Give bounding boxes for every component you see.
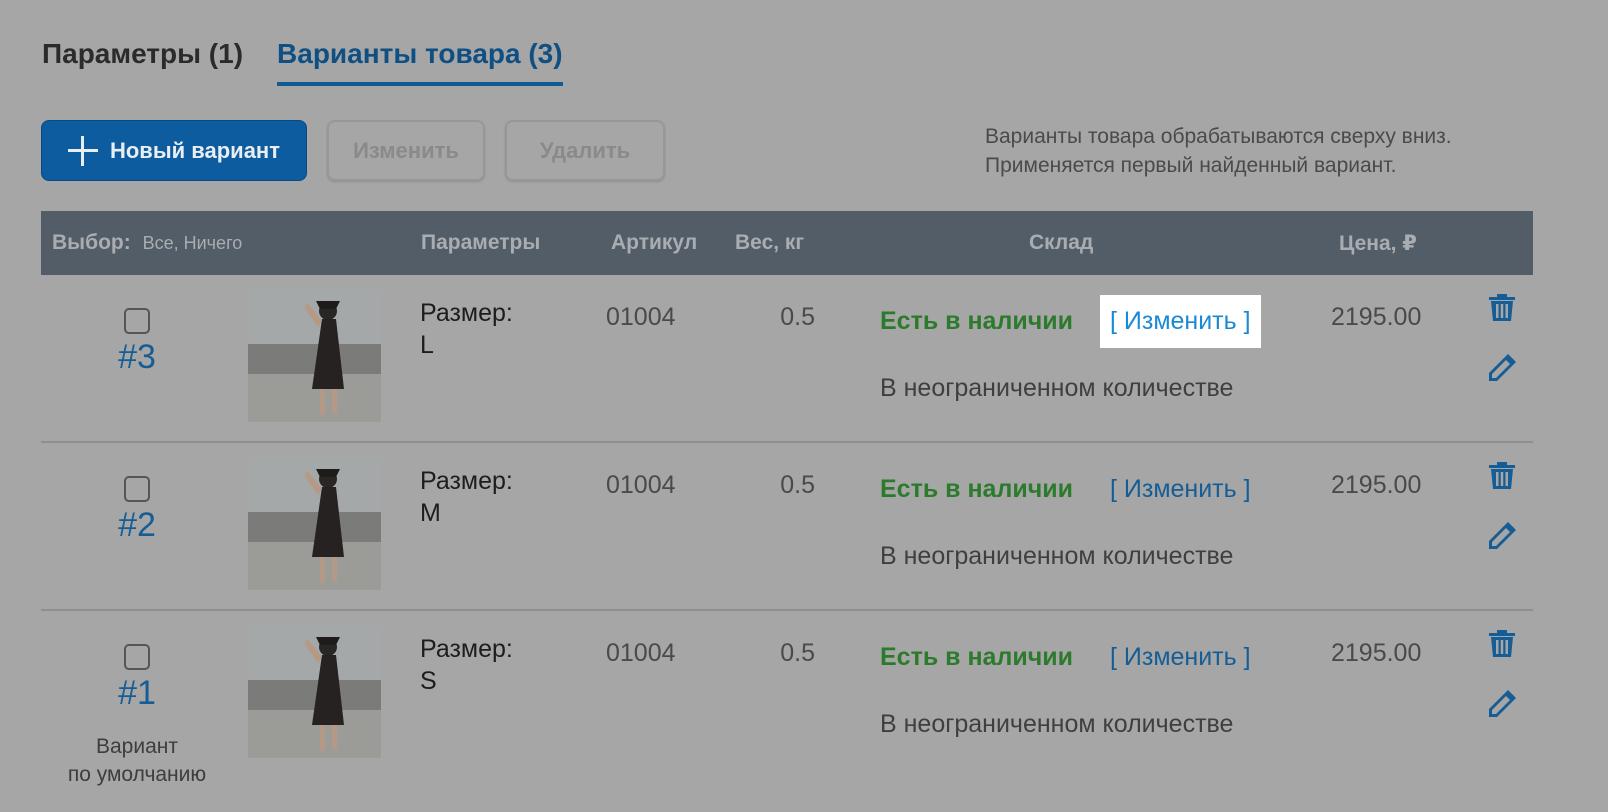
stock-quantity: В неограниченном количестве — [880, 710, 1234, 738]
stock-status: Есть в наличии — [880, 475, 1073, 503]
param-value: L — [420, 331, 434, 359]
delete-button[interactable]: Удалить — [505, 120, 665, 181]
variant-thumbnail — [248, 457, 381, 590]
variant-price: 2195.00 — [1331, 471, 1422, 499]
stock-change-link[interactable]: [ Изменить ] — [1100, 463, 1261, 516]
variant-number[interactable]: #3 — [101, 338, 173, 377]
param-name: Размер: — [420, 299, 513, 327]
default-note-line-1: Вариант — [96, 735, 178, 758]
param-value: S — [420, 667, 437, 695]
row-checkbox[interactable] — [124, 476, 150, 502]
param-value: M — [420, 499, 441, 527]
new-variant-button[interactable]: Новый вариант — [41, 120, 307, 181]
variant-sku: 01004 — [606, 639, 676, 667]
header-select: Выбор: Все, Ничего — [52, 231, 243, 254]
variant-number[interactable]: #2 — [101, 506, 173, 545]
pencil-icon[interactable] — [1485, 687, 1519, 721]
stock-quantity: В неограниченном количестве — [880, 542, 1234, 570]
variant-price: 2195.00 — [1331, 639, 1422, 667]
note-line-1: Варианты товара обрабатываются сверху вн… — [985, 125, 1452, 148]
stock-change-link[interactable]: [ Изменить ] — [1100, 631, 1261, 684]
variant-params: Размер: M — [420, 465, 513, 529]
variant-thumbnail — [248, 625, 381, 758]
header-weight: Вес, кг — [735, 231, 805, 254]
table-header: Выбор: Все, Ничего Параметры Артикул Вес… — [41, 211, 1533, 275]
variant-sku: 01004 — [606, 303, 676, 331]
trash-icon[interactable] — [1485, 626, 1519, 660]
stock-change-link[interactable]: [ Изменить ] — [1100, 295, 1261, 348]
header-sku: Артикул — [611, 231, 698, 254]
variant-weight: 0.5 — [780, 303, 815, 331]
stock-status: Есть в наличии — [880, 643, 1073, 671]
processing-note: Варианты товара обрабатываются сверху вн… — [985, 122, 1452, 180]
tab-parameters[interactable]: Параметры (1) — [42, 38, 243, 86]
variant-price: 2195.00 — [1331, 303, 1422, 331]
toolbar: Новый вариант Изменить Удалить — [41, 120, 665, 181]
select-all-link[interactable]: Все — [143, 233, 174, 253]
table-row: #2 Размер: M 01004 0.5 Есть в наличии [ … — [41, 443, 1533, 611]
stock-status: Есть в наличии — [880, 307, 1073, 335]
default-note-line-2: по умолчанию — [67, 763, 207, 786]
tab-variants[interactable]: Варианты товара (3) — [277, 38, 563, 86]
table-row: #1 Вариант по умолчанию Размер: S 01004 … — [41, 611, 1533, 786]
header-params: Параметры — [421, 231, 541, 254]
pencil-icon[interactable] — [1485, 519, 1519, 553]
header-stock: Склад — [1029, 231, 1094, 254]
plus-icon — [67, 135, 98, 166]
variant-weight: 0.5 — [780, 639, 815, 667]
trash-icon[interactable] — [1485, 458, 1519, 492]
variants-page: Параметры (1) Варианты товара (3) Новый … — [0, 0, 1608, 812]
variant-params: Размер: L — [420, 297, 513, 361]
trash-icon[interactable] — [1485, 290, 1519, 324]
header-select-label: Выбор: — [52, 231, 131, 254]
variant-weight: 0.5 — [780, 471, 815, 499]
select-none-link[interactable]: Ничего — [184, 233, 243, 253]
variant-thumbnail — [248, 289, 381, 422]
pencil-icon[interactable] — [1485, 351, 1519, 385]
header-price: Цена, ₽ — [1339, 232, 1417, 255]
new-variant-label: Новый вариант — [109, 137, 280, 163]
param-name: Размер: — [420, 635, 513, 663]
row-checkbox[interactable] — [124, 308, 150, 334]
table-row: #3 Размер: L 01004 0.5 Есть в наличии [ … — [41, 275, 1533, 443]
tabs: Параметры (1) Варианты товара (3) — [42, 38, 563, 86]
param-name: Размер: — [420, 467, 513, 495]
variant-sku: 01004 — [606, 471, 676, 499]
stock-quantity: В неограниченном количестве — [880, 374, 1234, 402]
default-variant-note: Вариант по умолчанию — [41, 733, 233, 789]
row-checkbox[interactable] — [124, 644, 150, 670]
variant-params: Размер: S — [420, 633, 513, 697]
edit-button[interactable]: Изменить — [327, 120, 485, 181]
variant-number[interactable]: #1 — [101, 674, 173, 713]
note-line-2: Применяется первый найденный вариант. — [985, 154, 1397, 177]
